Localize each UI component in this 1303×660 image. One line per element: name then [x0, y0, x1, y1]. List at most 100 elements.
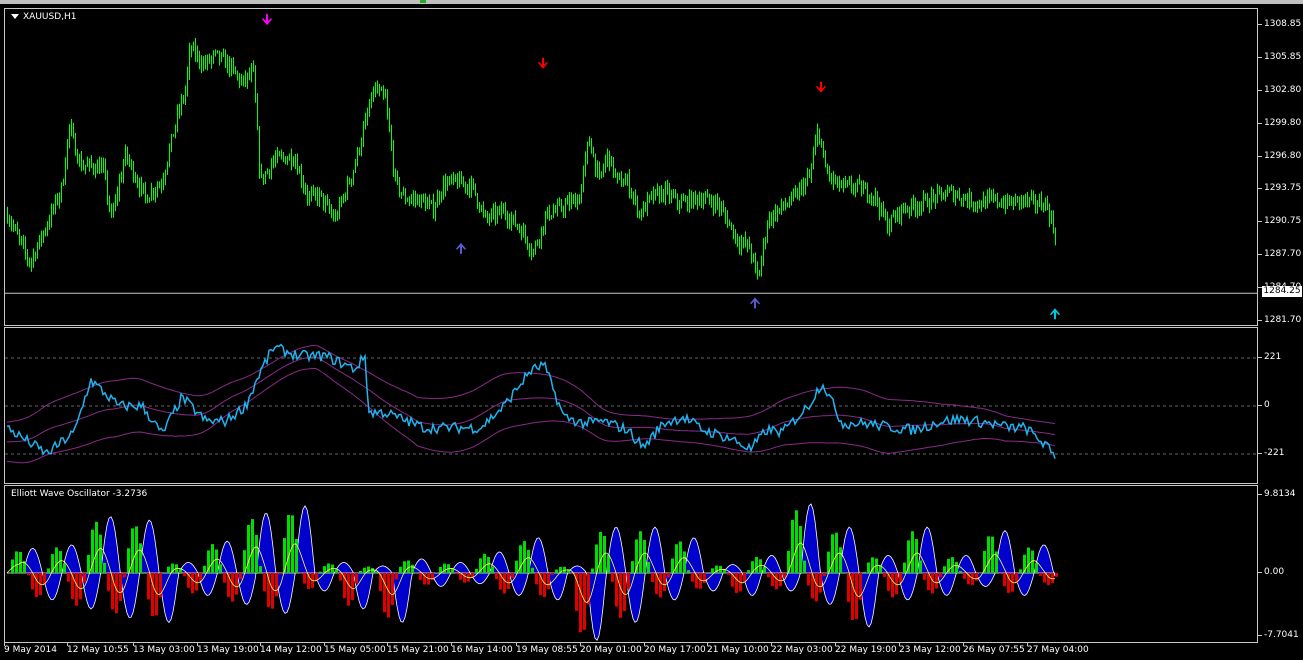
- collapse-triangle-icon[interactable]: [11, 14, 19, 19]
- ewo-bar-positive: [647, 561, 650, 573]
- ewo-bar-negative: [667, 573, 670, 578]
- ewo-bar-negative: [619, 573, 622, 618]
- y-tick-label: 1299.80: [1257, 117, 1302, 128]
- ewo-bar-positive: [863, 571, 866, 573]
- ewo-bar-positive: [911, 531, 914, 573]
- ewo-bar-negative: [419, 573, 422, 580]
- ewo-bar-negative: [971, 573, 974, 585]
- ewo-bar-positive: [919, 560, 922, 573]
- price-y-axis: 1308.85 1305.85 1302.80 1299.80 1296.80 1293.…: [1257, 8, 1303, 326]
- ewo-bar-negative: [779, 573, 782, 587]
- ewo-bar-positive: [487, 556, 490, 573]
- ewo-bar-negative: [463, 573, 466, 583]
- ewo-bar-negative: [975, 573, 978, 581]
- cci-line: [6, 343, 1056, 459]
- ewo-bar-negative: [823, 573, 826, 577]
- ewo-bar-positive: [867, 562, 870, 573]
- ewo-bar-negative: [547, 573, 550, 590]
- current-price-tag: 1284.25: [1262, 286, 1302, 297]
- cci-lower-band: [6, 367, 1056, 464]
- ewo-bar-positive: [251, 519, 254, 573]
- cci-indicator-pane[interactable]: [4, 327, 1258, 484]
- ewo-bar-positive: [59, 551, 62, 573]
- ewo-bar-negative: [935, 573, 938, 589]
- ewo-bar-positive: [591, 568, 594, 573]
- ewo-bar-negative: [623, 573, 626, 611]
- ewo-bar-negative: [263, 573, 266, 592]
- ewo-bar-positive: [1019, 569, 1022, 573]
- ewo-bar-negative: [775, 573, 778, 590]
- ewo-bar-positive: [711, 568, 714, 573]
- ewo-bar-negative: [931, 573, 934, 594]
- x-tick-label: 23 May 12:00: [899, 642, 961, 655]
- ewo-bar-positive: [63, 563, 66, 573]
- ewo-bar-positive: [955, 561, 958, 573]
- ewo-bar-positive: [211, 544, 214, 573]
- ewo-bar-negative: [703, 573, 706, 583]
- ewo-bar-positive: [203, 565, 206, 573]
- ewo-bar-negative: [819, 573, 822, 593]
- ewo-bar-negative: [535, 573, 538, 585]
- ewo-bar-positive: [531, 567, 534, 573]
- ewo-bar-positive: [795, 510, 798, 573]
- cci-tick-label: 0: [1258, 400, 1270, 410]
- ewo-bar-negative: [303, 573, 306, 584]
- x-tick-label: 20 May 01:00: [580, 642, 642, 655]
- ewo-bar-positive: [215, 549, 218, 573]
- ewo-bar-positive: [639, 531, 642, 573]
- ewo-bar-negative: [507, 573, 510, 589]
- candles-group: [7, 38, 1056, 280]
- ewo-bar-negative: [347, 573, 350, 606]
- ewo-bar-positive: [287, 514, 290, 573]
- ewo-bar-positive: [359, 570, 362, 573]
- ewo-bar-positive: [835, 532, 838, 573]
- ewo-bar-negative: [271, 573, 274, 609]
- ewo-bar-negative: [355, 573, 358, 584]
- ewo-bar-positive: [843, 572, 846, 573]
- ewo-bar-negative: [1051, 573, 1054, 584]
- ewo-bar-negative: [351, 573, 354, 600]
- ewo-bar-positive: [259, 566, 262, 573]
- cci-chart-canvas[interactable]: [5, 328, 1257, 483]
- ewo-bar-positive: [143, 572, 146, 573]
- ewo-bar-positive: [515, 560, 518, 573]
- ewo-bar-negative: [387, 573, 390, 618]
- price-chart-pane[interactable]: XAUUSD,H1: [4, 8, 1258, 326]
- ewo-chart-canvas[interactable]: [5, 486, 1257, 642]
- ewo-bar-negative: [551, 573, 554, 575]
- ewo-bar-negative: [767, 573, 770, 578]
- ewo-bar-negative: [663, 573, 666, 592]
- ewo-bar-positive: [255, 534, 258, 573]
- x-tick-label: 22 May 03:00: [771, 642, 833, 655]
- ewo-bar-negative: [339, 573, 342, 581]
- ewo-bar-negative: [123, 573, 126, 578]
- arrow-up-blue-icon: [750, 297, 760, 309]
- ewo-bar-negative: [231, 573, 234, 602]
- ewo-bar-positive: [799, 525, 802, 573]
- ewo-bar-negative: [391, 573, 394, 605]
- ewo-bar-negative: [67, 573, 70, 582]
- y-tick-label: 1281.70: [1257, 315, 1302, 325]
- ewo-bar-positive: [747, 570, 750, 573]
- y-tick-label: 1296.80: [1257, 150, 1302, 161]
- x-tick-label: 13 May 03:00: [133, 642, 195, 655]
- ewo-bar-negative: [899, 573, 902, 583]
- ewo-bar-negative: [27, 573, 30, 576]
- ewo-bar-negative: [495, 573, 498, 580]
- ewo-indicator-pane[interactable]: Elliott Wave Oscillator -3.2736: [4, 485, 1258, 643]
- x-tick-label: 26 May 07:55: [963, 642, 1025, 655]
- ewo-bar-negative: [575, 573, 578, 611]
- arrow-down-red-icon: [816, 81, 826, 93]
- ewo-bar-negative: [1003, 573, 1006, 587]
- ewo-bar-positive: [167, 566, 170, 573]
- ewo-bar-negative: [383, 573, 386, 613]
- ewo-bar-positive: [163, 572, 166, 573]
- ewo-bar-positive: [903, 562, 906, 573]
- price-chart-canvas[interactable]: [5, 9, 1257, 325]
- ewo-bar-positive: [399, 566, 402, 573]
- ewo-bar-positive: [679, 541, 682, 573]
- ewo-bar-positive: [803, 560, 806, 573]
- ewo-bar-negative: [503, 573, 506, 594]
- ewo-tick-label: 0.00: [1257, 567, 1285, 577]
- ewo-bar-negative: [939, 573, 942, 578]
